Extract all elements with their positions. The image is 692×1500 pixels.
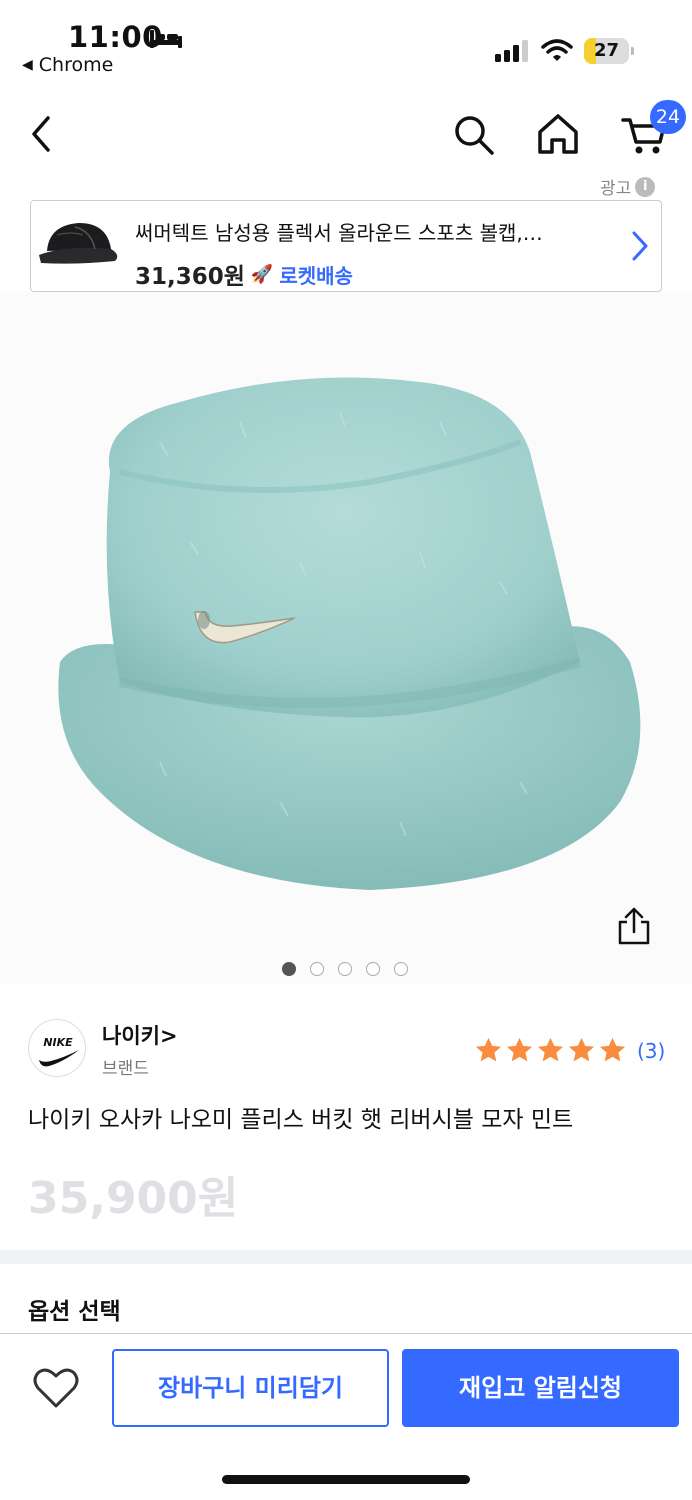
restock-alert-button[interactable]: 재입고 알림신청	[402, 1349, 679, 1427]
options-section-title: 옵션 선택	[28, 1299, 121, 1325]
back-to-app-button[interactable]: ◀ Chrome	[22, 54, 113, 76]
back-app-label: Chrome	[38, 54, 114, 76]
ad-price-row: 31,360원 🚀 로켓배송	[135, 257, 353, 291]
brand-logo[interactable]: NIKE	[28, 1019, 86, 1077]
nike-logo-icon: NIKE	[39, 1036, 79, 1067]
gallery-pagination	[282, 962, 408, 976]
status-bar: 11:00 ◀ Chrome 27	[0, 0, 692, 92]
ad-product-thumbnail	[39, 223, 118, 264]
back-arrow-icon[interactable]	[26, 114, 60, 154]
sponsored-product-card[interactable]: 써머텍트 남성용 플렉서 올라운드 스포츠 볼캡,… 31,360원 🚀 로켓배…	[30, 200, 662, 292]
gallery-dot[interactable]	[338, 962, 352, 976]
back-triangle-icon: ◀	[22, 57, 33, 73]
gallery-dot[interactable]	[366, 962, 380, 976]
bucket-hat-image	[58, 377, 641, 890]
product-image-gallery[interactable]	[0, 292, 692, 984]
gallery-dot[interactable]	[310, 962, 324, 976]
sleep-focus-icon	[150, 30, 182, 48]
battery-percent: 27	[593, 40, 620, 61]
svg-text:NIKE: NIKE	[43, 1036, 73, 1049]
wifi-icon	[541, 39, 573, 61]
review-count[interactable]: (3)	[637, 1039, 665, 1063]
cart-count-badge: 24	[650, 100, 686, 134]
brand-subtitle: 브랜드	[102, 1059, 149, 1079]
star-icon	[537, 1037, 564, 1062]
product-title: 나이키 오사카 나오미 플리스 버킷 햇 리버시블 모자 민트	[28, 1107, 574, 1133]
share-icon[interactable]	[616, 906, 652, 946]
rocket-icon: 🚀	[250, 263, 274, 285]
star-icon	[475, 1037, 502, 1062]
product-rating[interactable]: (3)	[474, 1036, 665, 1065]
top-nav-bar	[0, 100, 692, 170]
add-to-cart-preview-button[interactable]: 장바구니 미리담기	[112, 1349, 389, 1427]
star-icon	[568, 1037, 595, 1062]
gallery-dot[interactable]	[282, 962, 296, 976]
ad-price: 31,360원	[135, 264, 245, 290]
brand-name-link[interactable]: 나이키>	[102, 1020, 178, 1050]
ad-label: 광고 i	[600, 174, 656, 199]
gallery-dot[interactable]	[394, 962, 408, 976]
star-icon	[599, 1037, 626, 1062]
home-indicator[interactable]	[222, 1475, 470, 1484]
rocket-delivery-label: 로켓배송	[279, 263, 353, 288]
ad-product-title: 써머텍트 남성용 플렉서 올라운드 스포츠 볼캡,…	[135, 221, 543, 245]
search-icon[interactable]	[452, 113, 496, 157]
info-icon[interactable]: i	[635, 176, 656, 197]
ad-label-text: 광고	[600, 179, 632, 199]
section-divider	[0, 1250, 692, 1264]
heart-icon[interactable]	[30, 1364, 82, 1412]
product-price: 35,900원	[28, 1173, 239, 1224]
cellular-signal-icon	[495, 40, 528, 62]
battery-indicator: 27	[584, 38, 634, 64]
home-icon[interactable]	[535, 112, 581, 156]
chevron-right-icon	[632, 231, 648, 261]
star-icon	[506, 1037, 533, 1062]
